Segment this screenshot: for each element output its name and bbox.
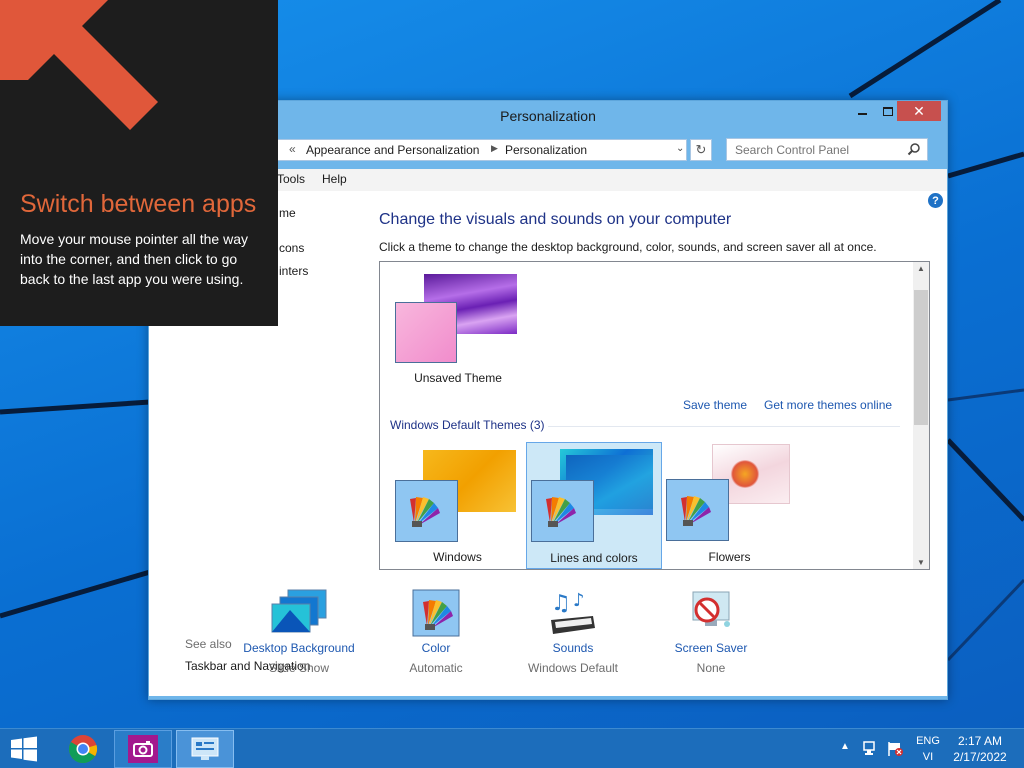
refresh-icon: ↻ [695, 142, 707, 157]
action-center-flag-icon[interactable] [886, 741, 904, 757]
theme-links: Save theme Get more themes online [380, 398, 910, 414]
default-themes-group-title: Windows Default Themes (3) [390, 418, 545, 432]
theme-label: Windows [433, 550, 482, 564]
sounds-setting[interactable]: ♫ ♪ Sounds Windows Default [503, 588, 643, 688]
desktop-background-value: Slide Show [268, 661, 330, 675]
search-input[interactable] [727, 139, 902, 160]
windows-color-swatch [395, 480, 458, 542]
lines-color-swatch [531, 480, 594, 542]
close-icon: ✕ [913, 102, 925, 119]
color-fan-icon [681, 496, 711, 526]
desktop-background-link[interactable]: Desktop Background [229, 641, 369, 655]
network-icon[interactable] [862, 741, 880, 757]
screen-saver-value: None [696, 661, 726, 675]
color-setting[interactable]: Color Automatic [366, 588, 506, 688]
get-more-themes-link[interactable]: Get more themes online [764, 398, 892, 412]
keyboard-layout: VI [922, 751, 934, 763]
address-dropdown-icon[interactable]: ⌄ [676, 143, 684, 154]
switch-apps-tip: Switch between apps Move your mouse poin… [0, 0, 278, 326]
see-also-heading: See also [185, 637, 232, 651]
scrollbar-thumb[interactable] [914, 290, 928, 425]
minimize-icon [857, 113, 867, 115]
theme-lines-and-colors[interactable]: Lines and colors [526, 442, 662, 569]
close-button[interactable]: ✕ [897, 101, 941, 121]
menu-tools[interactable]: Tools [277, 172, 305, 186]
clock[interactable]: 2:17 AM 2/17/2022 [950, 733, 1010, 765]
breadcrumb-personalization[interactable]: Personalization [505, 143, 587, 157]
minimize-button[interactable] [849, 101, 875, 121]
theme-windows[interactable]: Windows [390, 442, 525, 569]
theme-list[interactable]: Unsaved Theme Save theme Get more themes… [379, 261, 930, 570]
desktop-background-setting[interactable]: Desktop Background Slide Show [229, 588, 369, 688]
breadcrumb-separator-icon[interactable]: ▶ [491, 143, 498, 154]
clock-time: 2:17 AM [957, 734, 1003, 748]
input-language-indicator[interactable]: ENG VI [908, 733, 948, 765]
chrome-taskbar-button[interactable] [60, 729, 106, 768]
clock-date: 2/17/2022 [953, 750, 1007, 764]
color-fan-icon [546, 497, 576, 527]
screen-saver-link[interactable]: Screen Saver [641, 641, 781, 655]
tip-title: Switch between apps [20, 190, 257, 218]
corner-arrow-icon [0, 0, 158, 130]
breadcrumb-appearance[interactable]: Appearance and Personalization [306, 143, 479, 157]
theme-unsaved[interactable]: Unsaved Theme [392, 272, 524, 392]
theme-list-scrollbar[interactable]: ▲ ▼ [913, 262, 929, 569]
camera-taskbar-button[interactable] [114, 730, 172, 768]
refresh-button[interactable]: ↻ [690, 139, 712, 161]
search-box[interactable] [726, 138, 928, 161]
scroll-down-icon[interactable]: ▼ [913, 558, 929, 567]
nav-change-desktop-icons[interactable]: cons [279, 241, 304, 255]
camera-icon [128, 735, 158, 763]
windows-logo-icon [11, 736, 37, 762]
scroll-up-icon[interactable]: ▲ [913, 264, 929, 273]
start-button[interactable] [0, 729, 48, 768]
theme-label: Lines and colors [550, 551, 638, 565]
svg-text:♫: ♫ [551, 591, 571, 616]
chrome-icon [68, 735, 98, 764]
svg-text:♪: ♪ [573, 590, 585, 611]
color-fan-icon [410, 497, 440, 527]
flowers-color-swatch [666, 479, 729, 541]
screen-saver-setting[interactable]: Screen Saver None [641, 588, 781, 688]
control-panel-icon [191, 737, 219, 760]
page-heading: Change the visuals and sounds on your co… [379, 211, 732, 228]
flower-image [730, 460, 760, 488]
group-divider [548, 426, 900, 427]
color-link[interactable]: Color [366, 641, 506, 655]
nav-control-panel-home[interactable]: me [279, 206, 296, 220]
save-theme-link[interactable]: Save theme [683, 398, 747, 412]
maximize-icon [883, 106, 893, 116]
theme-label: Flowers [708, 550, 751, 564]
sounds-link[interactable]: Sounds [503, 641, 643, 655]
theme-label: Unsaved Theme [414, 371, 502, 385]
taskbar: ▲ ENG VI 2:17 AM 2/17/2022 [0, 728, 1024, 768]
control-panel-taskbar-button[interactable] [176, 730, 234, 768]
screen-saver-icon [692, 591, 730, 627]
search-icon[interactable] [907, 142, 921, 156]
menu-help[interactable]: Help [322, 172, 347, 186]
tip-body: Move your mouse pointer all the way into… [20, 231, 248, 287]
language-code: ENG [916, 735, 940, 747]
sounds-icon: ♫ ♪ [551, 590, 595, 634]
theme-flowers[interactable]: Flowers [662, 442, 797, 569]
color-icon [412, 589, 460, 637]
show-hidden-icons-icon[interactable]: ▲ [840, 741, 850, 752]
desktop-background-icon [271, 589, 327, 633]
nav-change-mouse-pointers[interactable]: inters [279, 264, 308, 278]
color-value: Automatic [409, 661, 463, 675]
page-subheading: Click a theme to change the desktop back… [379, 240, 877, 254]
sounds-value: Windows Default [527, 661, 619, 675]
unsaved-color-swatch [395, 302, 457, 363]
help-icon[interactable]: ? [928, 193, 943, 208]
breadcrumb-overflow[interactable]: « [289, 142, 296, 156]
